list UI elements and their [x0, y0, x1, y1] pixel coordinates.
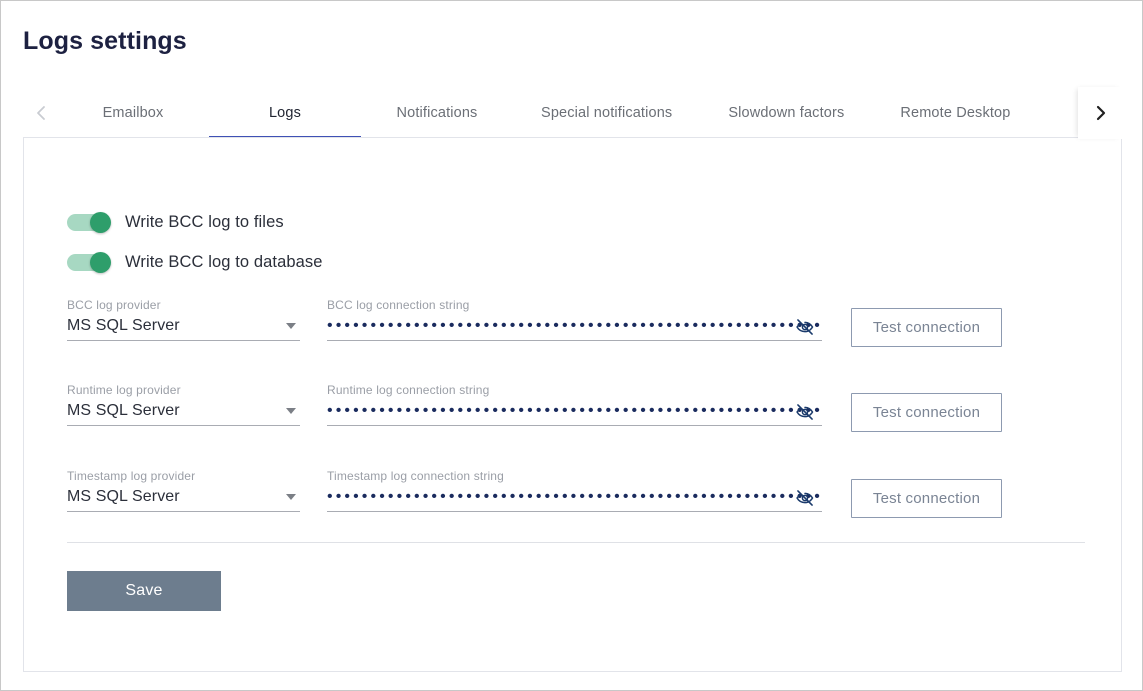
- field-label: Runtime log connection string: [327, 383, 490, 397]
- save-button[interactable]: Save: [67, 571, 221, 611]
- bcc-log-connection-string-value: ••••••••••••••••••••••••••••••••••••••••…: [327, 317, 822, 334]
- section-divider: [67, 542, 1085, 543]
- toggle-row-write-bcc-log-to-database: Write BCC log to database: [67, 252, 323, 273]
- chevron-left-icon: [34, 104, 47, 122]
- timestamp-log-connection-string-value: ••••••••••••••••••••••••••••••••••••••••…: [327, 488, 822, 505]
- field-underline: [67, 340, 300, 341]
- field-label: Runtime log provider: [67, 383, 181, 397]
- field-label: BCC log connection string: [327, 298, 470, 312]
- tab-label: Notifications: [396, 105, 478, 121]
- field-value: MS SQL Server: [67, 483, 300, 511]
- tab-label: Special notifications: [541, 105, 673, 121]
- field-label: Timestamp log connection string: [327, 469, 504, 483]
- toggle-label: Write BCC log to files: [125, 213, 284, 231]
- field-label: BCC log provider: [67, 298, 161, 312]
- toggle-write-bcc-log-to-files[interactable]: [67, 212, 111, 233]
- field-underline: [327, 511, 822, 512]
- form-row-runtime-log: Runtime log provider MS SQL Server Runti…: [24, 383, 1121, 453]
- field-value: MS SQL Server: [67, 397, 300, 425]
- eye-off-icon[interactable]: [794, 401, 816, 423]
- field-underline: [327, 425, 822, 426]
- runtime-log-provider-field[interactable]: Runtime log provider MS SQL Server: [67, 383, 300, 426]
- bcc-test-connection-button[interactable]: Test connection: [851, 308, 1002, 347]
- tab-emailbox[interactable]: Emailbox: [57, 87, 209, 139]
- toggle-row-write-bcc-log-to-files: Write BCC log to files: [67, 212, 284, 233]
- field-label: Timestamp log provider: [67, 469, 196, 483]
- field-underline: [327, 340, 822, 341]
- logs-settings-panel: Write BCC log to files Write BCC log to …: [23, 137, 1122, 672]
- field-value: ••••••••••••••••••••••••••••••••••••••••…: [327, 483, 822, 511]
- toggle-knob: [90, 252, 111, 273]
- tabs-scroll-left-button[interactable]: [23, 87, 57, 139]
- field-underline: [67, 425, 300, 426]
- runtime-log-connection-string-value: ••••••••••••••••••••••••••••••••••••••••…: [327, 402, 822, 419]
- toggle-write-bcc-log-to-database[interactable]: [67, 252, 111, 273]
- timestamp-test-connection-button[interactable]: Test connection: [851, 479, 1002, 518]
- field-value: ••••••••••••••••••••••••••••••••••••••••…: [327, 312, 822, 340]
- toggle-knob: [90, 212, 111, 233]
- tab-notifications[interactable]: Notifications: [361, 87, 513, 139]
- tab-label: Emailbox: [102, 105, 164, 121]
- tabs-scroll-right-button[interactable]: [1078, 87, 1123, 139]
- bcc-log-provider-value: MS SQL Server: [67, 317, 180, 334]
- page-title: Logs settings: [23, 27, 187, 55]
- timestamp-log-provider-value: MS SQL Server: [67, 488, 180, 505]
- tab-label: Slowdown factors: [728, 105, 845, 121]
- timestamp-log-provider-field[interactable]: Timestamp log provider MS SQL Server: [67, 469, 300, 512]
- tab-remote-desktop[interactable]: Remote Desktop: [872, 87, 1038, 139]
- bcc-log-connection-string-field[interactable]: BCC log connection string ••••••••••••••…: [327, 298, 822, 341]
- settings-tabbar: Emailbox Logs Notifications Special noti…: [23, 87, 1123, 139]
- chevron-down-icon[interactable]: [286, 323, 296, 329]
- chevron-down-icon[interactable]: [286, 408, 296, 414]
- tab-list: Emailbox Logs Notifications Special noti…: [57, 87, 1123, 139]
- tab-slowdown-factors[interactable]: Slowdown factors: [700, 87, 872, 139]
- tab-special-notifications[interactable]: Special notifications: [513, 87, 700, 139]
- runtime-log-provider-value: MS SQL Server: [67, 402, 180, 419]
- runtime-test-connection-button[interactable]: Test connection: [851, 393, 1002, 432]
- bcc-log-provider-field[interactable]: BCC log provider MS SQL Server: [67, 298, 300, 341]
- tab-label: Logs: [268, 105, 302, 121]
- form-row-timestamp-log: Timestamp log provider MS SQL Server Tim…: [24, 469, 1121, 539]
- form-row-bcc-log: BCC log provider MS SQL Server BCC log c…: [24, 298, 1121, 368]
- field-value: MS SQL Server: [67, 312, 300, 340]
- timestamp-log-connection-string-field[interactable]: Timestamp log connection string ••••••••…: [327, 469, 822, 512]
- chevron-down-icon[interactable]: [286, 494, 296, 500]
- eye-off-icon[interactable]: [794, 316, 816, 338]
- runtime-log-connection-string-field[interactable]: Runtime log connection string ••••••••••…: [327, 383, 822, 426]
- logs-settings-page: Logs settings Emailbox Logs Notification…: [0, 0, 1143, 691]
- field-underline: [67, 511, 300, 512]
- field-value: ••••••••••••••••••••••••••••••••••••••••…: [327, 397, 822, 425]
- eye-off-icon[interactable]: [794, 487, 816, 509]
- toggle-label: Write BCC log to database: [125, 253, 323, 271]
- tab-logs[interactable]: Logs: [209, 87, 361, 139]
- chevron-right-icon: [1094, 104, 1107, 122]
- tab-label: Remote Desktop: [900, 105, 1011, 121]
